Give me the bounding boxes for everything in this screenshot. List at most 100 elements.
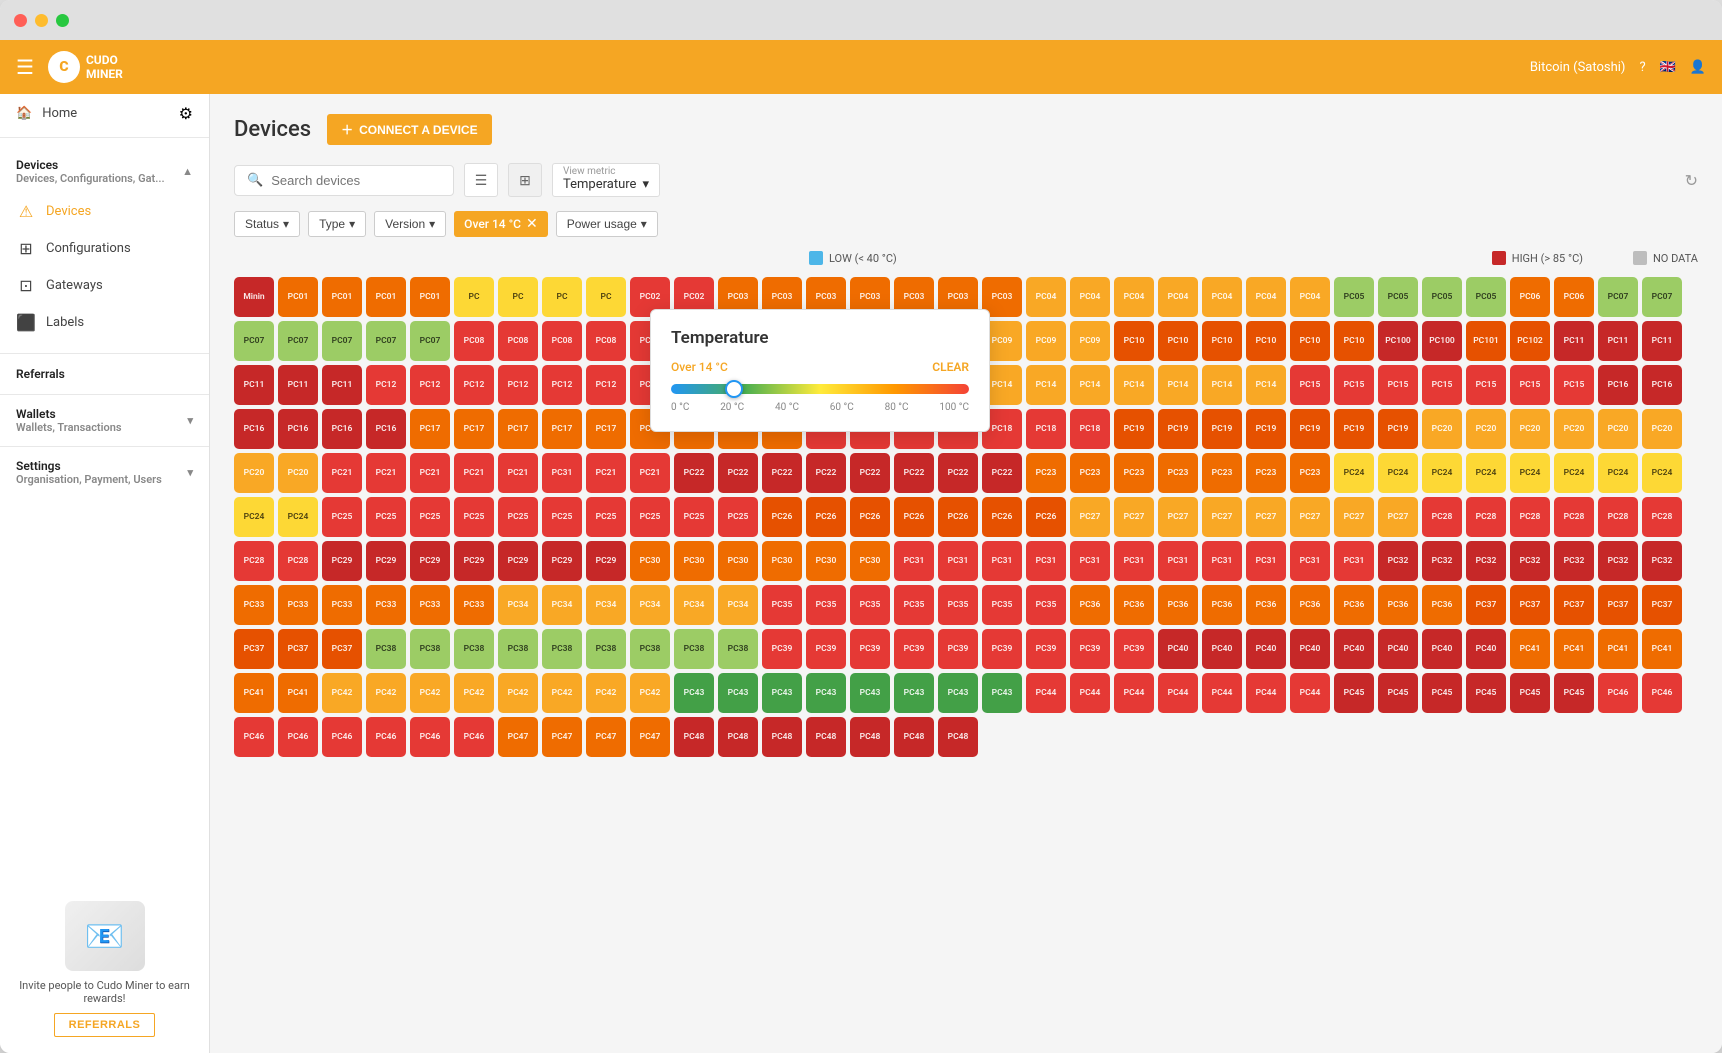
- device-tile[interactable]: PC39: [1026, 629, 1066, 669]
- device-tile[interactable]: PC14: [1202, 365, 1242, 405]
- device-tile[interactable]: PC31: [894, 541, 934, 581]
- device-tile[interactable]: PC11: [322, 365, 362, 405]
- device-tile[interactable]: PC32: [1554, 541, 1594, 581]
- device-tile[interactable]: PC42: [498, 673, 538, 713]
- device-tile[interactable]: PC29: [586, 541, 626, 581]
- device-tile[interactable]: PC: [542, 277, 582, 317]
- device-tile[interactable]: PC11: [234, 365, 274, 405]
- device-tile[interactable]: PC15: [1378, 365, 1418, 405]
- device-tile[interactable]: PC10: [1290, 321, 1330, 361]
- device-tile[interactable]: PC45: [1510, 673, 1550, 713]
- device-tile[interactable]: PC39: [982, 629, 1022, 669]
- device-tile[interactable]: PC25: [542, 497, 582, 537]
- device-tile[interactable]: PC42: [366, 673, 406, 713]
- device-tile[interactable]: PC24: [278, 497, 318, 537]
- device-tile[interactable]: PC19: [1378, 409, 1418, 449]
- device-tile[interactable]: PC29: [410, 541, 450, 581]
- device-tile[interactable]: PC43: [674, 673, 714, 713]
- device-tile[interactable]: PC45: [1466, 673, 1506, 713]
- device-tile[interactable]: PC18: [1070, 409, 1110, 449]
- device-tile[interactable]: PC15: [1554, 365, 1594, 405]
- device-tile[interactable]: PC12: [410, 365, 450, 405]
- device-tile[interactable]: PC41: [1510, 629, 1550, 669]
- device-tile[interactable]: PC37: [234, 629, 274, 669]
- device-tile[interactable]: PC25: [630, 497, 670, 537]
- device-tile[interactable]: PC47: [630, 717, 670, 757]
- device-tile[interactable]: PC22: [938, 453, 978, 493]
- device-tile[interactable]: PC26: [806, 497, 846, 537]
- device-tile[interactable]: PC35: [982, 585, 1022, 625]
- chevron-down-icon-2[interactable]: ▾: [187, 466, 193, 479]
- version-filter[interactable]: Version ▾: [374, 211, 446, 237]
- device-tile[interactable]: PC38: [454, 629, 494, 669]
- device-tile[interactable]: PC31: [1114, 541, 1154, 581]
- device-tile[interactable]: PC35: [894, 585, 934, 625]
- device-tile[interactable]: PC20: [234, 453, 274, 493]
- device-tile[interactable]: PC21: [454, 453, 494, 493]
- device-tile[interactable]: PC15: [1510, 365, 1550, 405]
- device-tile[interactable]: PC19: [1246, 409, 1286, 449]
- device-tile[interactable]: PC47: [498, 717, 538, 757]
- device-tile[interactable]: PC41: [1554, 629, 1594, 669]
- device-tile[interactable]: PC15: [1290, 365, 1330, 405]
- device-tile[interactable]: PC14: [1246, 365, 1286, 405]
- active-filter-close[interactable]: ✕: [526, 216, 538, 232]
- sidebar-item-gateways[interactable]: ⊡ Gateways: [0, 267, 209, 304]
- device-tile[interactable]: PC32: [1598, 541, 1638, 581]
- device-tile[interactable]: PC22: [894, 453, 934, 493]
- device-tile[interactable]: PC21: [366, 453, 406, 493]
- search-input[interactable]: [271, 173, 441, 188]
- device-tile[interactable]: PC20: [1598, 409, 1638, 449]
- device-tile[interactable]: PC12: [498, 365, 538, 405]
- device-tile[interactable]: PC38: [410, 629, 450, 669]
- help-icon[interactable]: ?: [1639, 60, 1645, 75]
- device-tile[interactable]: PC39: [1114, 629, 1154, 669]
- device-tile[interactable]: PC40: [1202, 629, 1242, 669]
- device-tile[interactable]: PC14: [1026, 365, 1066, 405]
- device-tile[interactable]: PC: [498, 277, 538, 317]
- view-metric-group[interactable]: View metric Temperature ▾: [552, 163, 660, 197]
- device-tile[interactable]: PC45: [1422, 673, 1462, 713]
- device-tile[interactable]: PC31: [1070, 541, 1110, 581]
- device-tile[interactable]: PC20: [1466, 409, 1506, 449]
- device-tile[interactable]: PC31: [542, 453, 582, 493]
- device-tile[interactable]: PC04: [1158, 277, 1198, 317]
- device-tile[interactable]: PC22: [982, 453, 1022, 493]
- device-tile[interactable]: PC05: [1378, 277, 1418, 317]
- device-tile[interactable]: PC17: [454, 409, 494, 449]
- device-tile[interactable]: PC12: [586, 365, 626, 405]
- device-tile[interactable]: PC21: [498, 453, 538, 493]
- device-tile[interactable]: PC27: [1158, 497, 1198, 537]
- device-tile[interactable]: PC30: [630, 541, 670, 581]
- device-tile[interactable]: PC39: [762, 629, 802, 669]
- device-tile[interactable]: PC15: [1466, 365, 1506, 405]
- device-tile[interactable]: PC36: [1290, 585, 1330, 625]
- device-tile[interactable]: PC05: [1334, 277, 1374, 317]
- device-tile[interactable]: PC08: [454, 321, 494, 361]
- device-tile[interactable]: PC35: [850, 585, 890, 625]
- device-tile[interactable]: PC34: [718, 585, 758, 625]
- device-tile[interactable]: PC100: [1378, 321, 1418, 361]
- device-tile[interactable]: PC37: [322, 629, 362, 669]
- list-view-button[interactable]: ☰: [464, 163, 498, 197]
- device-tile[interactable]: PC01: [410, 277, 450, 317]
- device-tile[interactable]: PC43: [762, 673, 802, 713]
- device-tile[interactable]: PC41: [234, 673, 274, 713]
- device-tile[interactable]: PC34: [498, 585, 538, 625]
- device-tile[interactable]: PC17: [586, 409, 626, 449]
- minimize-button[interactable]: [35, 14, 48, 27]
- device-tile[interactable]: PC44: [1026, 673, 1066, 713]
- device-tile[interactable]: PC34: [674, 585, 714, 625]
- device-tile[interactable]: PC06: [1554, 277, 1594, 317]
- hamburger-icon[interactable]: ☰: [16, 55, 34, 79]
- connect-device-button[interactable]: ＋ CONNECT A DEVICE: [327, 114, 491, 145]
- device-tile[interactable]: PC45: [1334, 673, 1374, 713]
- device-tile[interactable]: PC26: [762, 497, 802, 537]
- device-tile[interactable]: PC24: [1422, 453, 1462, 493]
- device-tile[interactable]: PC44: [1202, 673, 1242, 713]
- device-tile[interactable]: PC16: [234, 409, 274, 449]
- active-filter[interactable]: Over 14 °C ✕: [454, 211, 548, 237]
- device-tile[interactable]: PC10: [1246, 321, 1286, 361]
- device-tile[interactable]: PC04: [1070, 277, 1110, 317]
- device-tile[interactable]: PC25: [454, 497, 494, 537]
